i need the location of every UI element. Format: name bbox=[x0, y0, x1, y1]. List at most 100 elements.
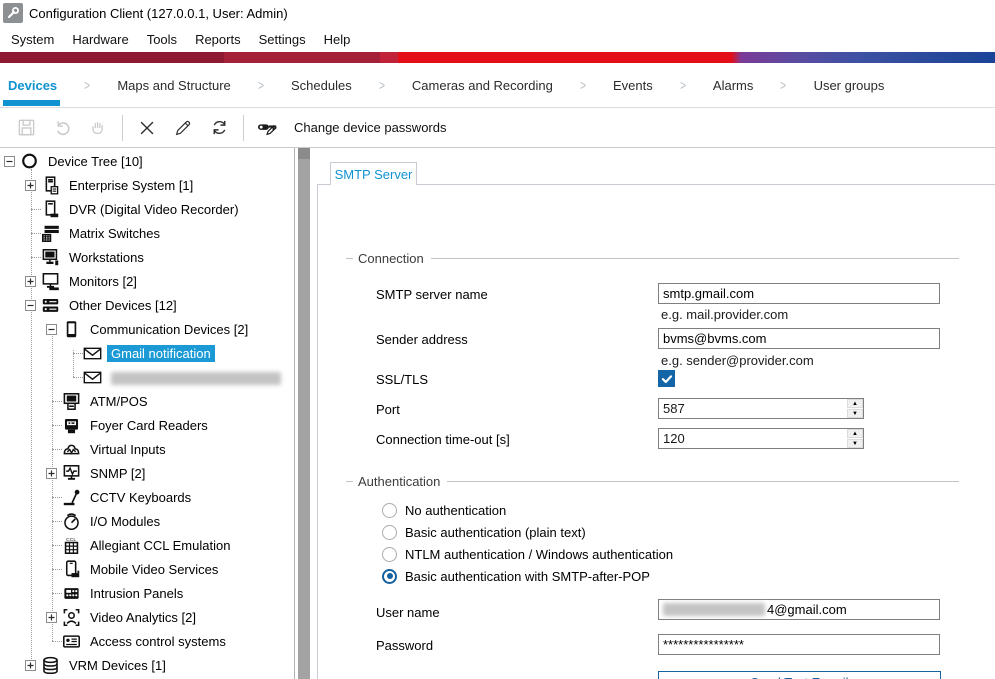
send-test-email-button[interactable]: Send Test E-mail bbox=[658, 671, 941, 679]
radio-unselected-icon[interactable] bbox=[382, 503, 397, 518]
refresh-button[interactable] bbox=[201, 113, 237, 143]
tree-item-vrm-devices-1[interactable]: VRM Devices [1] bbox=[0, 653, 294, 677]
radio-unselected-icon[interactable] bbox=[382, 525, 397, 540]
tab-smtp-server[interactable]: SMTP Server bbox=[330, 162, 417, 185]
tree-item-atm-pos[interactable]: ATM/POS bbox=[0, 389, 294, 413]
tree-item-video-analytics-2[interactable]: Video Analytics [2] bbox=[0, 605, 294, 629]
tree-item-i-o-modules[interactable]: I/O Modules bbox=[0, 509, 294, 533]
tree-item-gmail-notification[interactable]: Gmail notification bbox=[0, 341, 294, 365]
expand-icon[interactable] bbox=[25, 660, 36, 671]
radio-option-basic-authentication-with-smtp-after-pop[interactable]: Basic authentication with SMTP-after-POP bbox=[382, 565, 650, 587]
collapse-icon[interactable] bbox=[46, 324, 57, 335]
collapse-icon[interactable] bbox=[4, 156, 15, 167]
tree-item-label[interactable]: Virtual Inputs bbox=[86, 441, 170, 458]
spin-up-icon[interactable]: ▲ bbox=[847, 429, 863, 438]
hand-button[interactable] bbox=[80, 113, 116, 143]
radio-option-no-authentication[interactable]: No authentication bbox=[382, 499, 506, 521]
splitter-handle[interactable] bbox=[298, 148, 310, 159]
smtp-server-input[interactable] bbox=[658, 283, 940, 304]
tree-item-foyer-card-readers[interactable]: Foyer Card Readers bbox=[0, 413, 294, 437]
tree-item-label[interactable]: CCTV Keyboards bbox=[86, 489, 195, 506]
panel-splitter[interactable] bbox=[298, 148, 310, 679]
tree-item-label[interactable]: SNMP [2] bbox=[86, 465, 149, 482]
collapse-icon[interactable] bbox=[25, 300, 36, 311]
tree-item-dvr-digital-video-recorder[interactable]: DVR (Digital Video Recorder) bbox=[0, 197, 294, 221]
tree-item-label[interactable]: Allegiant CCL Emulation bbox=[86, 537, 234, 554]
menu-settings[interactable]: Settings bbox=[250, 28, 315, 51]
undo-button[interactable] bbox=[44, 113, 80, 143]
expand-icon[interactable] bbox=[25, 276, 36, 287]
tree-item-virtual-inputs[interactable]: Virtual Inputs bbox=[0, 437, 294, 461]
tree-item-label[interactable]: Mobile Video Services bbox=[86, 561, 222, 578]
tree-item-label[interactable]: I/O Modules bbox=[86, 513, 164, 530]
tree-item-label[interactable]: DVR (Digital Video Recorder) bbox=[65, 201, 243, 218]
timeout-spinner[interactable]: 120 ▲ ▼ bbox=[658, 428, 864, 449]
tree-item-label[interactable]: Other Devices [12] bbox=[65, 297, 181, 314]
username-input[interactable]: 4@gmail.com bbox=[658, 599, 940, 620]
tree-item-label[interactable]: Device Tree [10] bbox=[44, 153, 147, 170]
tree-item-label[interactable]: VRM Devices [1] bbox=[65, 657, 170, 674]
change-passwords-button[interactable] bbox=[250, 113, 286, 143]
tree-item-label[interactable]: Enterprise System [1] bbox=[65, 177, 197, 194]
delete-button[interactable] bbox=[129, 113, 165, 143]
tree-item-cctv-keyboards[interactable]: CCTV Keyboards bbox=[0, 485, 294, 509]
tree-item-other-devices-12[interactable]: Other Devices [12] bbox=[0, 293, 294, 317]
expand-icon[interactable] bbox=[46, 468, 57, 479]
tree-item-mobile-video-services[interactable]: Mobile Video Services bbox=[0, 557, 294, 581]
access-icon bbox=[62, 632, 81, 651]
tree-item-label[interactable]: Video Analytics [2] bbox=[86, 609, 200, 626]
tree-item-label[interactable]: Gmail notification bbox=[107, 345, 215, 362]
radio-selected-icon[interactable] bbox=[382, 569, 397, 584]
expand-icon[interactable] bbox=[25, 180, 36, 191]
spin-down-icon[interactable]: ▼ bbox=[847, 409, 863, 418]
nav-tab-cameras-and-recording[interactable]: Cameras and Recording bbox=[398, 78, 567, 93]
tree-item-label[interactable]: Monitors [2] bbox=[65, 273, 141, 290]
timeout-value[interactable]: 120 bbox=[659, 429, 846, 448]
stack-icon bbox=[41, 296, 60, 315]
radio-unselected-icon[interactable] bbox=[382, 547, 397, 562]
tree-item-redacted[interactable] bbox=[0, 365, 294, 389]
menu-reports[interactable]: Reports bbox=[186, 28, 250, 51]
tree-item-label[interactable]: Access control systems bbox=[86, 633, 230, 650]
tree-item-communication-devices-2[interactable]: Communication Devices [2] bbox=[0, 317, 294, 341]
password-input[interactable] bbox=[658, 634, 940, 655]
nav-tab-maps-and-structure[interactable]: Maps and Structure bbox=[103, 78, 244, 93]
nav-tab-devices[interactable]: Devices bbox=[8, 78, 71, 93]
nav-tab-user-groups[interactable]: User groups bbox=[800, 78, 899, 93]
tree-item-monitors-2[interactable]: Monitors [2] bbox=[0, 269, 294, 293]
radio-option-basic-authentication-plain-text-[interactable]: Basic authentication (plain text) bbox=[382, 521, 586, 543]
port-value[interactable]: 587 bbox=[659, 399, 846, 418]
tree-item-access-control-systems[interactable]: Access control systems bbox=[0, 629, 294, 653]
menu-hardware[interactable]: Hardware bbox=[63, 28, 137, 51]
tree-item-label[interactable]: ATM/POS bbox=[86, 393, 152, 410]
nav-tab-schedules[interactable]: Schedules bbox=[277, 78, 366, 93]
spin-up-icon[interactable]: ▲ bbox=[847, 399, 863, 408]
tree-item-intrusion-panels[interactable]: Intrusion Panels bbox=[0, 581, 294, 605]
menu-help[interactable]: Help bbox=[315, 28, 360, 51]
tree-item-label[interactable]: Foyer Card Readers bbox=[86, 417, 212, 434]
spin-down-icon[interactable]: ▼ bbox=[847, 439, 863, 448]
tree-item-label[interactable]: Intrusion Panels bbox=[86, 585, 187, 602]
tree-item-enterprise-system-1[interactable]: Enterprise System [1] bbox=[0, 173, 294, 197]
expand-icon[interactable] bbox=[46, 612, 57, 623]
port-spinner[interactable]: 587 ▲ ▼ bbox=[658, 398, 864, 419]
tree-item-workstations[interactable]: Workstations bbox=[0, 245, 294, 269]
tree-item-allegiant-ccl-emulation[interactable]: CCLAllegiant CCL Emulation bbox=[0, 533, 294, 557]
nav-tab-alarms[interactable]: Alarms bbox=[699, 78, 767, 93]
tree-item-label[interactable] bbox=[107, 369, 285, 386]
tree-item-label[interactable]: Workstations bbox=[65, 249, 148, 266]
save-button[interactable] bbox=[8, 113, 44, 143]
edit-button[interactable] bbox=[165, 113, 201, 143]
tree-item-device-tree-10[interactable]: Device Tree [10] bbox=[0, 149, 294, 173]
menu-system[interactable]: System bbox=[2, 28, 63, 51]
tree-item-snmp-2[interactable]: SNMP [2] bbox=[0, 461, 294, 485]
tree-item-label[interactable]: Matrix Switches bbox=[65, 225, 164, 242]
nav-tab-events[interactable]: Events bbox=[599, 78, 667, 93]
change-passwords-label[interactable]: Change device passwords bbox=[294, 120, 446, 135]
sender-address-input[interactable] bbox=[658, 328, 940, 349]
tree-item-matrix-switches[interactable]: Matrix Switches bbox=[0, 221, 294, 245]
menu-tools[interactable]: Tools bbox=[138, 28, 186, 51]
ssl-tls-checkbox[interactable] bbox=[658, 370, 675, 387]
tree-item-label[interactable]: Communication Devices [2] bbox=[86, 321, 252, 338]
radio-option-ntlm-authentication-windows-authentication[interactable]: NTLM authentication / Windows authentica… bbox=[382, 543, 673, 565]
